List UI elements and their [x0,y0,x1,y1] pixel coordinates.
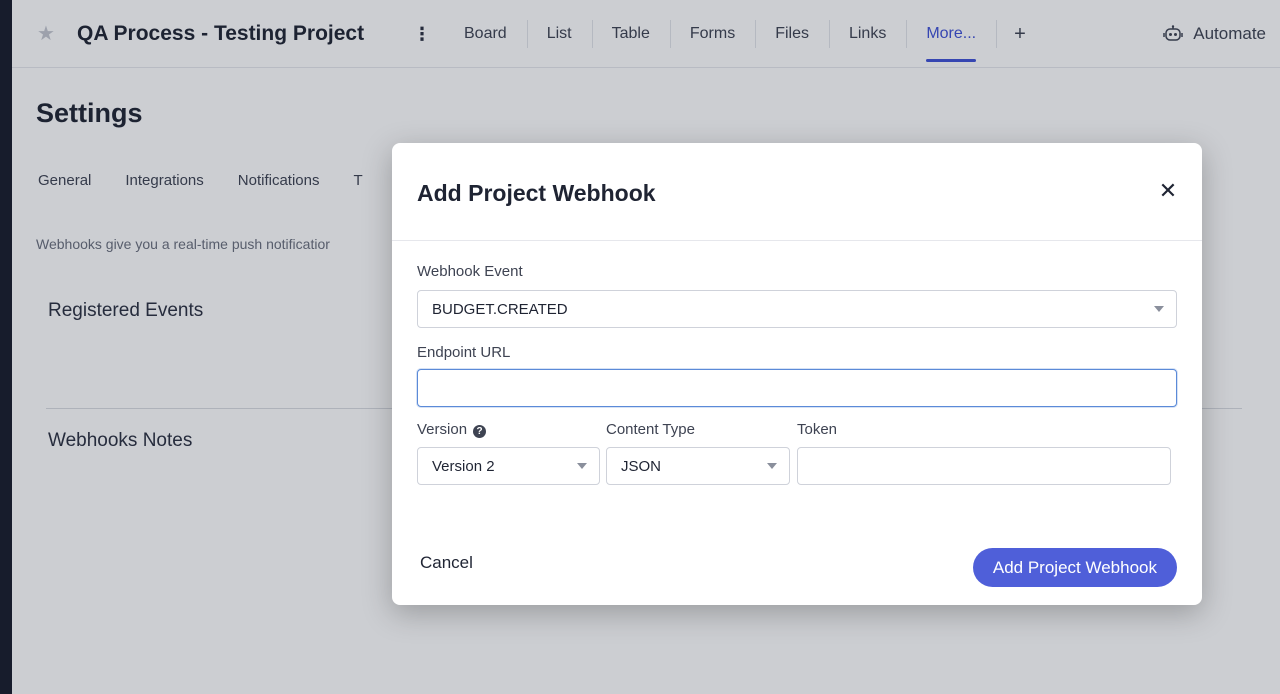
webhook-event-label: Webhook Event [417,263,523,280]
left-rail [0,0,12,694]
add-project-webhook-button[interactable]: Add Project Webhook [972,548,1177,587]
content-type-label: Content Type [606,421,695,438]
content-type-value: JSON [621,457,662,475]
chevron-down-icon [767,463,777,469]
app-window: ★ QA Process - Testing Project ⋮ Board L… [12,0,1280,694]
version-label: Version? [417,421,487,438]
content-type-select[interactable]: JSON [606,447,790,485]
close-icon[interactable]: ✕ [1156,179,1180,203]
chevron-down-icon [1154,306,1164,312]
endpoint-url-label: Endpoint URL [417,344,511,361]
chevron-down-icon [577,463,587,469]
token-label: Token [797,421,838,438]
help-icon[interactable]: ? [473,425,487,438]
version-label-text: Version [417,421,468,438]
webhook-event-value: BUDGET.CREATED [432,300,568,318]
webhook-event-select[interactable]: BUDGET.CREATED [417,290,1177,328]
dialog-title: Add Project Webhook [417,180,656,206]
dialog-header: Add Project Webhook ✕ [392,143,1202,241]
token-input[interactable] [797,447,1171,485]
version-value: Version 2 [432,457,495,475]
cancel-button[interactable]: Cancel [420,553,473,573]
version-select[interactable]: Version 2 [417,447,600,485]
add-webhook-dialog: Add Project Webhook ✕ Webhook Event BUDG… [392,143,1202,605]
endpoint-url-input[interactable] [417,369,1177,407]
